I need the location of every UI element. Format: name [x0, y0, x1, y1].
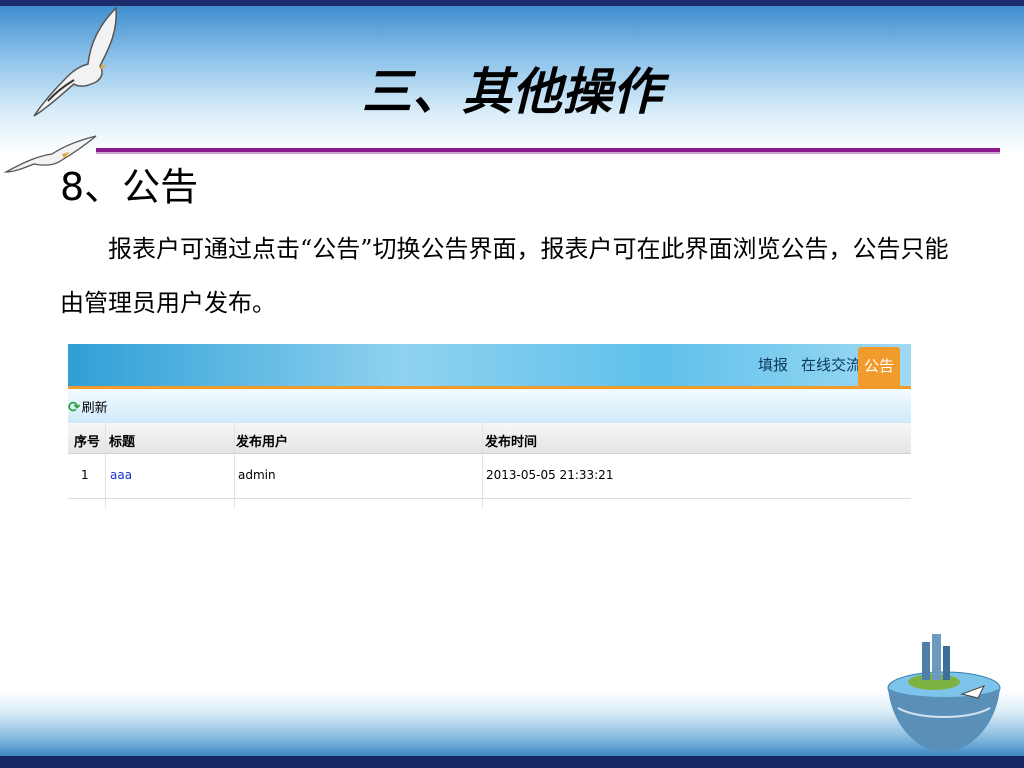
cell-index: 1 [81, 468, 89, 482]
column-header-time: 发布时间 [485, 435, 538, 450]
title-divider [96, 148, 1000, 154]
refresh-button[interactable]: ⟳刷新 [68, 397, 108, 416]
slide-title: 三、其他操作 [362, 62, 662, 121]
bottom-wave-band [0, 690, 1024, 756]
body-paragraph: 报表户可通过点击“公告”切换公告界面，报表户可在此界面浏览公告，公告只能由管理员… [60, 235, 949, 317]
tab-announcement[interactable]: 公告 [858, 347, 900, 386]
announcement-screenshot: 填报 在线交流 公告 ⟳刷新 序号 标题 发布用户 发布时间 1 aaa adm… [68, 344, 911, 508]
announcement-title-link[interactable]: aaa [110, 468, 132, 482]
tab-online-chat[interactable]: 在线交流 [801, 354, 861, 375]
refresh-icon: ⟳ [68, 398, 81, 416]
column-header-index: 序号 [74, 435, 101, 450]
tab-fill-report[interactable]: 填报 [758, 354, 788, 375]
toolbar: ⟳刷新 [68, 389, 911, 423]
bottom-border [0, 756, 1024, 768]
column-header-title: 标题 [109, 435, 136, 450]
table-row: 1 aaa admin 2013-05-05 21:33:21 [68, 454, 911, 499]
cell-time: 2013-05-05 21:33:21 [486, 468, 614, 482]
app-header: 填报 在线交流 公告 [68, 344, 911, 389]
column-header-user: 发布用户 [236, 435, 289, 450]
globe-island-icon [887, 634, 1001, 752]
refresh-label: 刷新 [81, 401, 108, 416]
cell-user: admin [238, 468, 276, 482]
section-heading: 8、公告 [60, 165, 199, 209]
table-header: 序号 标题 发布用户 发布时间 [68, 423, 911, 454]
